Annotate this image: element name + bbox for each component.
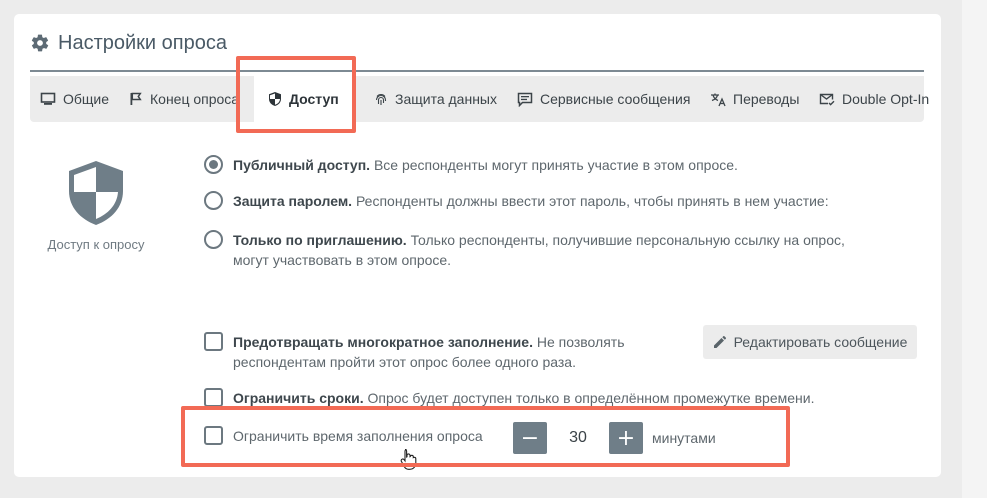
- hand-cursor-icon: [400, 448, 417, 470]
- password-radio[interactable]: [204, 191, 223, 210]
- access-caption: Доступ к опросу: [47, 237, 145, 252]
- option-password[interactable]: Защита паролем. Респонденты должны ввест…: [204, 191, 884, 211]
- shield-icon: [69, 161, 123, 225]
- gear-icon: [31, 34, 49, 52]
- survey-settings-card: Настройки опроса Общие Конец опроса Дост…: [14, 14, 941, 477]
- option-limit-time[interactable]: Ограничить время заполнения опроса: [204, 426, 504, 446]
- option-title: Ограничить сроки.: [233, 390, 364, 406]
- tab-label: Конец опроса: [150, 91, 236, 107]
- tab-general[interactable]: Общие: [40, 76, 109, 122]
- card-title: Настройки опроса: [58, 31, 227, 54]
- tab-label: Сервисные сообщения: [540, 91, 691, 107]
- tab-data-protection[interactable]: Защита данных: [374, 76, 497, 122]
- limit-dates-checkbox[interactable]: [204, 388, 223, 407]
- public-access-radio[interactable]: [204, 155, 223, 174]
- monitor-icon: [40, 92, 56, 105]
- option-title: Только по приглашению.: [233, 232, 407, 248]
- option-title: Защита паролем.: [233, 193, 353, 209]
- settings-tabs: Общие Конец опроса Доступ Защита данных …: [30, 75, 929, 123]
- message-icon: [517, 92, 533, 107]
- time-limit-stepper: − +: [513, 422, 643, 454]
- mail-check-icon: [819, 93, 835, 106]
- tab-access[interactable]: Доступ: [254, 75, 353, 123]
- edit-message-button[interactable]: Редактировать сообщение: [703, 325, 917, 359]
- pencil-icon: [713, 335, 726, 348]
- decrement-button[interactable]: −: [513, 422, 547, 454]
- tab-label: Double Opt-In: [842, 91, 930, 107]
- tab-translations[interactable]: Переводы: [710, 76, 799, 122]
- card-header: Настройки опроса: [30, 30, 227, 56]
- limit-time-checkbox[interactable]: [204, 426, 223, 445]
- option-prevent-multiple[interactable]: Предотвращать многократное заполнение. Н…: [204, 332, 674, 372]
- page-scrollbar-track[interactable]: [962, 0, 987, 498]
- time-unit-label: минутами: [652, 430, 716, 446]
- increment-button[interactable]: +: [609, 422, 643, 454]
- option-title: Предотвращать многократное заполнение.: [233, 334, 533, 350]
- invite-only-radio[interactable]: [204, 230, 223, 249]
- limit-time-label: Ограничить время заполнения опроса: [233, 428, 483, 444]
- option-public-access[interactable]: Публичный доступ. Все респонденты могут …: [204, 155, 884, 175]
- option-limit-dates[interactable]: Ограничить сроки. Опрос будет доступен т…: [204, 388, 884, 408]
- tab-service-messages[interactable]: Сервисные сообщения: [517, 76, 690, 122]
- shield-icon: [269, 92, 281, 106]
- option-desc: Все респонденты могут принять участие в …: [373, 157, 738, 173]
- edit-message-label: Редактировать сообщение: [733, 334, 908, 350]
- tab-survey-end[interactable]: Конец опроса: [129, 76, 236, 122]
- tab-label: Общие: [63, 91, 110, 107]
- prevent-multiple-checkbox[interactable]: [204, 332, 223, 351]
- header-divider: [30, 70, 924, 72]
- tab-double-opt-in[interactable]: Double Opt-In: [819, 76, 929, 122]
- time-limit-input[interactable]: [547, 422, 609, 454]
- flag-icon: [130, 92, 142, 105]
- option-desc: Опрос будет доступен только в определённ…: [367, 390, 815, 406]
- access-illustration: Доступ к опросу: [42, 159, 150, 252]
- tab-label: Защита данных: [395, 91, 497, 107]
- option-desc: Респонденты должны ввести этот пароль, ч…: [355, 193, 829, 209]
- tab-label: Доступ: [289, 91, 339, 107]
- tab-label: Переводы: [733, 91, 800, 107]
- fingerprint-icon: [375, 94, 387, 105]
- option-invite-only[interactable]: Только по приглашению. Только респондент…: [204, 230, 884, 270]
- option-title: Публичный доступ.: [233, 157, 371, 173]
- translate-icon: [711, 93, 726, 106]
